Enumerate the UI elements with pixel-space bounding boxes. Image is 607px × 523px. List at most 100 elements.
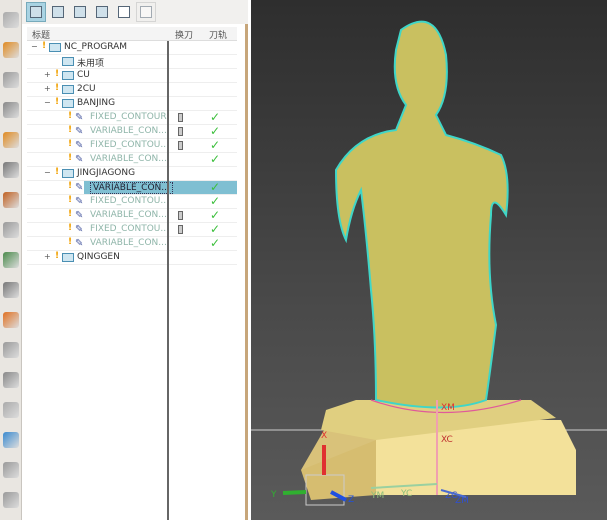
operation-icon: ✎ (75, 238, 84, 249)
status-warning-icon: ! (55, 97, 60, 107)
column-divider[interactable] (167, 41, 169, 520)
status-warning-icon: ! (68, 111, 73, 121)
tree-row[interactable]: −! JINGJIAGONG (27, 167, 237, 181)
tool-change-icon (178, 113, 183, 122)
program-group-icon (62, 71, 74, 80)
operation-navigator: 标题 换刀 刀轨 −! NC_PROGRAM 未用项 +! CU +! 2CU −! BANJI… (22, 0, 248, 520)
resource-bar-icon[interactable] (3, 372, 19, 388)
tree-row[interactable]: ! ✎ FIXED_CONTOUR ✓ (27, 110, 237, 125)
tree-row[interactable]: +! 2CU (27, 83, 237, 97)
program-group-icon (62, 253, 74, 262)
operation-icon: ✎ (75, 112, 84, 123)
status-warning-icon: ! (42, 41, 47, 51)
collapse-toggle[interactable]: − (44, 169, 51, 177)
resource-bar-icon[interactable] (3, 402, 19, 418)
resource-bar-icon[interactable] (3, 432, 19, 448)
tool-change-icon (178, 141, 183, 150)
toolpath-ok-check-icon: ✓ (210, 208, 221, 222)
header-toolpath[interactable]: 刀轨 (209, 28, 227, 41)
method-view-button[interactable] (92, 2, 112, 22)
tree-row[interactable]: ! ✎ FIXED_CONTOU... ✓ (27, 222, 237, 237)
tree-row[interactable]: +! QINGGEN (27, 251, 237, 265)
create-program-button[interactable] (114, 2, 134, 22)
row-label: 2CU (77, 84, 96, 94)
svg-text:YC: YC (400, 489, 412, 499)
tree-row[interactable]: −! NC_PROGRAM (27, 41, 237, 55)
row-label: VARIABLE_CON... (90, 238, 167, 248)
status-warning-icon: ! (68, 181, 73, 191)
row-label: FIXED_CONTOU... (90, 140, 169, 150)
bust-model (334, 20, 522, 414)
status-warning-icon: ! (55, 167, 60, 177)
status-warning-icon: ! (68, 153, 73, 163)
tree-row[interactable]: 未用项 (27, 55, 237, 69)
tree-row[interactable]: ! ✎ VARIABLE_CON... ✓ (27, 236, 237, 251)
resource-bar-icon[interactable] (3, 312, 19, 328)
row-label: FIXED_CONTOU... (90, 196, 169, 206)
row-label: FIXED_CONTOUR (90, 112, 167, 122)
resource-bar-icon[interactable] (3, 12, 19, 28)
resource-bar-icon[interactable] (3, 462, 19, 478)
tree-row[interactable]: ! ✎ VARIABLE_CON... ✓ (27, 180, 237, 195)
expand-toggle[interactable]: + (44, 253, 51, 261)
resource-bar-icon[interactable] (3, 282, 19, 298)
resource-bar (0, 0, 22, 520)
operation-icon: ✎ (75, 224, 84, 235)
machine-tool-view-button[interactable] (48, 2, 68, 22)
status-warning-icon: ! (55, 83, 60, 93)
status-warning-icon: ! (68, 223, 73, 233)
resource-bar-icon[interactable] (3, 132, 19, 148)
expand-toggle[interactable]: + (44, 85, 51, 93)
graphics-viewport[interactable]: XM XC YM YC ZC ZM X Y Z (251, 0, 607, 520)
svg-text:X: X (321, 431, 327, 441)
operation-icon: ✎ (75, 126, 84, 137)
tree-row[interactable]: ! ✎ VARIABLE_CON... ✓ (27, 208, 237, 223)
tool-change-icon (178, 127, 183, 136)
svg-text:Z: Z (348, 495, 354, 505)
row-label: VARIABLE_CON... (90, 210, 167, 220)
toolpath-ok-check-icon: ✓ (210, 138, 221, 152)
program-order-view-button[interactable] (26, 2, 46, 22)
tree-row[interactable]: ! ✎ VARIABLE_CON... ✓ (27, 124, 237, 139)
toolpath-ok-check-icon: ✓ (210, 110, 221, 124)
resource-bar-icon[interactable] (3, 162, 19, 178)
row-label: VARIABLE_CON... (90, 154, 167, 164)
row-label: JINGJIAGONG (77, 168, 136, 178)
toolpath-ok-check-icon: ✓ (210, 152, 221, 166)
tool-change-icon (178, 225, 183, 234)
resource-bar-icon[interactable] (3, 492, 19, 508)
svg-text:ZM: ZM (455, 496, 469, 506)
tree-row[interactable]: +! CU (27, 69, 237, 83)
row-label: QINGGEN (77, 252, 120, 262)
geometry-view-button[interactable] (70, 2, 90, 22)
resource-bar-icon[interactable] (3, 72, 19, 88)
collapse-toggle[interactable]: − (44, 99, 51, 107)
navigator-toolbar (22, 0, 248, 24)
header-tool-change[interactable]: 换刀 (175, 28, 193, 41)
resource-bar-icon[interactable] (3, 342, 19, 358)
svg-text:XM: XM (441, 403, 455, 413)
machine-tool-view-icon (52, 6, 64, 18)
resource-bar-icon[interactable] (3, 102, 19, 118)
row-label: BANJING (77, 98, 116, 108)
method-view-icon (96, 6, 108, 18)
status-warning-icon: ! (68, 237, 73, 247)
expand-toggle[interactable]: + (44, 71, 51, 79)
collapse-toggle[interactable]: − (31, 43, 38, 51)
program-group-icon (62, 99, 74, 108)
tree-row[interactable]: ! ✎ VARIABLE_CON... ✓ (27, 152, 237, 167)
resource-bar-icon[interactable] (3, 252, 19, 268)
operation-icon: ✎ (75, 210, 84, 221)
resource-bar-icon[interactable] (3, 222, 19, 238)
row-label: NC_PROGRAM (64, 42, 128, 52)
tool-change-icon (178, 211, 183, 220)
header-name[interactable]: 标题 (32, 28, 50, 41)
row-label: FIXED_CONTOU... (90, 224, 169, 234)
tree-row[interactable]: −! BANJING (27, 97, 237, 111)
row-label: CU (77, 70, 90, 80)
resource-bar-icon[interactable] (3, 42, 19, 58)
tree-row[interactable]: ! ✎ FIXED_CONTOU... ✓ (27, 194, 237, 209)
tree-row[interactable]: ! ✎ FIXED_CONTOU... ✓ (27, 138, 237, 153)
delete-button[interactable] (136, 2, 156, 22)
resource-bar-icon[interactable] (3, 192, 19, 208)
